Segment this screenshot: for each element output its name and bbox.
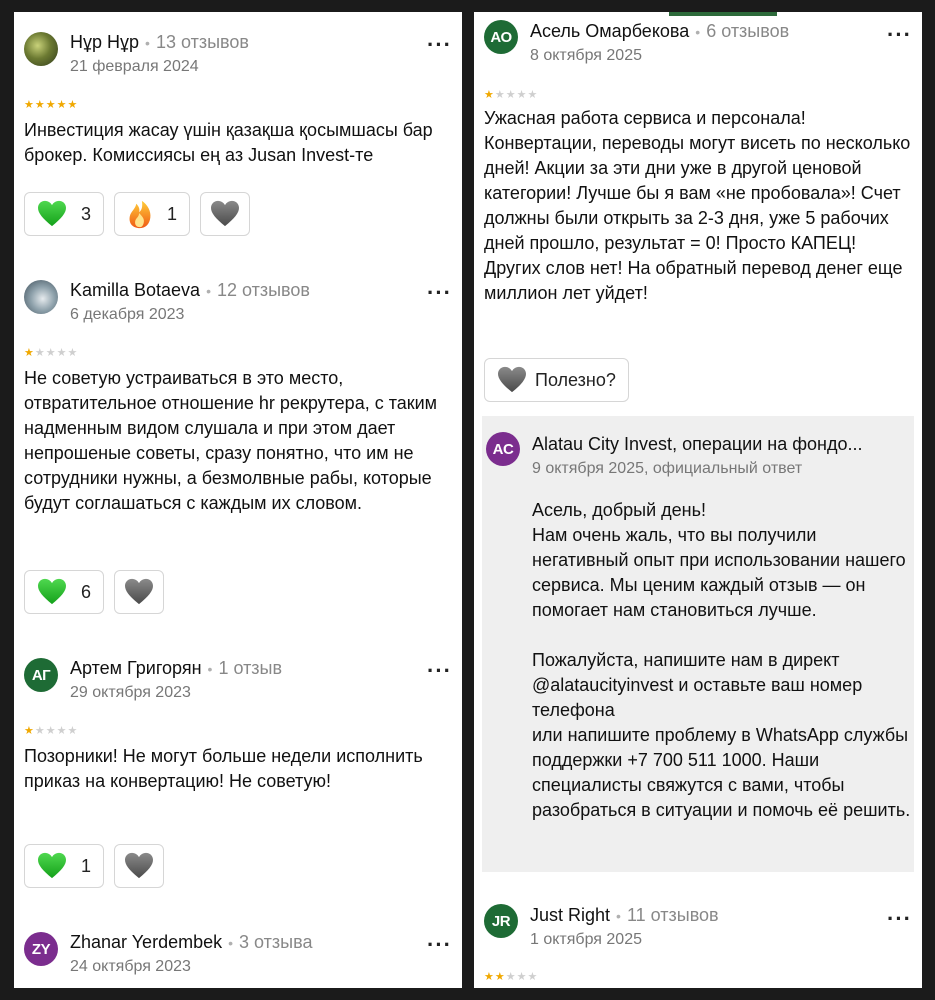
separator-dot: • — [695, 24, 701, 40]
heart-outline-icon — [124, 852, 154, 880]
avatar[interactable] — [24, 32, 58, 66]
more-icon[interactable]: ··· — [887, 24, 912, 46]
heart-outline-icon — [124, 578, 154, 606]
review-card: Kamilla Botaeva • 12 отзывов 6 декабря 202… — [14, 270, 462, 614]
reactions-bar: 6 — [24, 570, 165, 614]
review-text: Позорники! Не могут больше недели исполн… — [24, 746, 423, 791]
useful-label: Полезно? — [535, 369, 616, 390]
review-card: ZY Zhanar Yerdembek • 3 отзыва 24 октября … — [14, 922, 462, 975]
review-date: 8 октября 2025 — [530, 47, 642, 64]
fire-icon — [127, 199, 153, 229]
reply-meta: 9 октября 2025, официальный ответ — [532, 460, 803, 477]
reactions-bar: Полезно? — [484, 358, 629, 402]
more-icon[interactable]: ··· — [427, 660, 452, 682]
official-reply: AC Alatau City Invest, операции на фондо… — [482, 416, 914, 872]
reply-text: Асель, добрый день! Нам очень жаль, что … — [532, 500, 911, 820]
fire-reaction-button[interactable]: 1 — [114, 192, 191, 236]
author-name[interactable]: Артем Григорян — [70, 658, 202, 678]
add-reaction-button[interactable] — [114, 570, 165, 614]
heart-count: 3 — [81, 203, 92, 224]
heart-icon — [37, 200, 67, 228]
review-date: 6 декабря 2023 — [70, 306, 185, 323]
review-card: JR Just Right • 11 отзывов 1 октября 2025 … — [474, 896, 922, 983]
star-rating: ★★★★★ — [24, 725, 79, 737]
review-count[interactable]: 12 отзывов — [217, 280, 310, 300]
review-date: 21 февраля 2024 — [70, 58, 199, 75]
heart-icon — [37, 578, 67, 606]
review-date: 1 октября 2025 — [530, 931, 642, 948]
separator-dot: • — [616, 908, 621, 924]
separator-dot: • — [228, 935, 234, 951]
author-name[interactable]: Zhanar Yerdembek — [70, 932, 222, 952]
heart-outline-icon — [210, 200, 240, 228]
separator-dot: • — [206, 283, 211, 299]
avatar[interactable]: АО — [484, 20, 518, 54]
avatar[interactable]: JR — [484, 904, 518, 938]
review-count[interactable]: 6 отзывов — [706, 21, 789, 41]
review-card: АГ Артем Григорян • 1 отзыв 29 октября 202… — [14, 648, 462, 888]
author-name[interactable]: Нұр Нұр — [70, 32, 139, 52]
review-text: Ужасная работа сервиса и персонала! Конв… — [484, 108, 911, 303]
heart-icon — [37, 852, 67, 880]
star-rating: ★★★★★ — [484, 89, 539, 101]
more-icon[interactable]: ··· — [427, 934, 452, 956]
more-icon[interactable]: ··· — [427, 34, 452, 56]
avatar[interactable]: ZY — [24, 932, 58, 966]
add-reaction-button[interactable] — [200, 192, 251, 236]
review-date: 24 октября 2023 — [70, 958, 191, 975]
reactions-bar: 3 1 — [24, 192, 251, 236]
review-text: Инвестиция жасау үшін қазақша қосымшасы … — [24, 120, 433, 165]
reactions-bar: 1 — [24, 844, 165, 888]
star-rating: ★★★★★ — [24, 99, 79, 111]
heart-reaction-button[interactable]: 1 — [24, 844, 105, 888]
avatar[interactable]: АГ — [24, 658, 58, 692]
separator-dot: • — [207, 661, 213, 677]
review-card: АО Асель Омарбекова • 6 отзывов 8 октября … — [474, 12, 922, 402]
review-count[interactable]: 3 отзыва — [239, 932, 312, 952]
useful-button[interactable]: Полезно? — [484, 358, 629, 402]
review-count[interactable]: 11 отзывов — [627, 905, 719, 925]
left-reviews-panel: Нұр Нұр • 13 отзывов 21 февраля 2024 ··· ★… — [14, 12, 462, 988]
add-reaction-button[interactable] — [114, 844, 165, 888]
heart-reaction-button[interactable]: 6 — [24, 570, 105, 614]
star-rating: ★★★★★ — [484, 971, 539, 983]
review-count[interactable]: 13 отзывов — [156, 32, 249, 52]
author-name[interactable]: Асель Омарбекова — [530, 21, 689, 41]
right-reviews-panel: АО Асель Омарбекова • 6 отзывов 8 октября … — [474, 12, 922, 988]
star-rating: ★★★★★ — [24, 347, 79, 359]
author-name[interactable]: Just Right — [530, 905, 610, 925]
avatar[interactable] — [24, 280, 58, 314]
heart-outline-icon — [497, 366, 527, 394]
heart-count: 1 — [81, 855, 92, 876]
review-card: Нұр Нұр • 13 отзывов 21 февраля 2024 ··· ★… — [14, 22, 462, 236]
review-count[interactable]: 1 отзыв — [218, 658, 282, 678]
company-name[interactable]: Alatau City Invest, операции на фондо... — [532, 434, 863, 454]
more-icon[interactable]: ··· — [427, 282, 452, 304]
review-date: 29 октября 2023 — [70, 684, 191, 701]
fire-count: 1 — [167, 203, 178, 224]
more-icon[interactable]: ··· — [887, 908, 912, 930]
separator-dot: • — [145, 35, 150, 51]
heart-reaction-button[interactable]: 3 — [24, 192, 105, 236]
heart-count: 6 — [81, 581, 92, 602]
review-text: Не советую устраиваться в это место, отв… — [24, 368, 438, 513]
company-avatar[interactable]: AC — [486, 432, 520, 466]
author-name[interactable]: Kamilla Botaeva — [70, 280, 200, 300]
